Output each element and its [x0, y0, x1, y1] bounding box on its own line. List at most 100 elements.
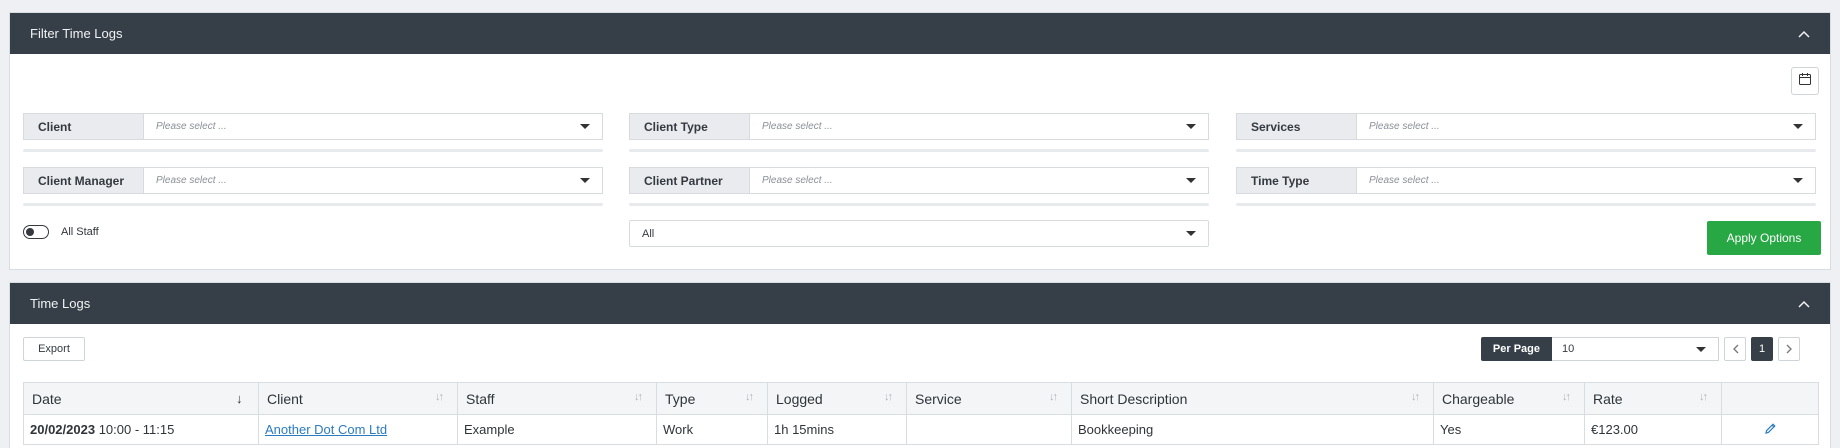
export-button[interactable]: Export	[23, 337, 85, 361]
col-header-label: Date	[32, 390, 62, 407]
cell-rate: €123.00	[1584, 414, 1722, 445]
col-header-label: Logged	[776, 390, 823, 407]
client-select-placeholder: Please select ...	[156, 121, 227, 132]
caret-down-icon	[1186, 124, 1196, 129]
client-manager-filter[interactable]: Client Manager Please select ...	[23, 167, 603, 206]
sort-icon[interactable]: ↓↑	[1411, 391, 1425, 405]
next-page-button[interactable]	[1778, 337, 1800, 361]
row-date: 20/02/2023	[30, 422, 96, 437]
client-select[interactable]: Please select ...	[143, 113, 603, 140]
client-type-filter-label: Client Type	[629, 113, 749, 140]
cell-staff: Example	[457, 414, 657, 445]
calendar-button[interactable]	[1791, 67, 1819, 95]
chevron-right-icon	[1786, 344, 1792, 354]
col-header-label: Staff	[466, 390, 495, 407]
per-page-value: 10	[1562, 343, 1575, 355]
col-header-label: Type	[665, 390, 696, 407]
prev-page-button[interactable]	[1724, 337, 1746, 361]
client-type-select[interactable]: Please select ...	[749, 113, 1209, 140]
client-link[interactable]: Another Dot Com Ltd	[265, 422, 387, 437]
col-header-client[interactable]: Client ↓↑	[258, 382, 458, 415]
chevron-up-icon[interactable]	[1798, 28, 1810, 40]
caret-down-icon	[1793, 124, 1803, 129]
cell-chargeable: Yes	[1433, 414, 1585, 445]
per-page-select[interactable]: 10	[1552, 337, 1719, 361]
all-staff-label: All Staff	[61, 226, 99, 238]
time-logs-panel: Time Logs Export Per Page 10 1 Date ↓ Cli…	[9, 282, 1831, 448]
col-header-label: Chargeable	[1442, 390, 1515, 407]
caret-down-icon	[1793, 178, 1803, 183]
staff-scope-select[interactable]: All	[629, 220, 1209, 247]
col-header-actions	[1721, 382, 1819, 415]
time-type-select-placeholder: Please select ...	[1369, 175, 1440, 186]
sort-icon[interactable]: ↓↑	[745, 391, 759, 405]
page-button-current[interactable]: 1	[1751, 337, 1773, 361]
caret-down-icon	[1186, 178, 1196, 183]
client-filter-label: Client	[23, 113, 143, 140]
filter-panel: Filter Time Logs Client Please select ..…	[9, 12, 1831, 270]
col-header-label: Rate	[1593, 390, 1623, 407]
filter-panel-header[interactable]: Filter Time Logs	[10, 13, 1830, 54]
cell-actions	[1721, 414, 1819, 445]
client-partner-filter[interactable]: Client Partner Please select ...	[629, 167, 1209, 206]
cell-description: Bookkeeping	[1071, 414, 1434, 445]
col-header-label: Client	[267, 390, 303, 407]
time-logs-panel-title: Time Logs	[30, 296, 91, 311]
client-manager-select[interactable]: Please select ...	[143, 167, 603, 194]
time-logs-table: Date ↓ Client ↓↑ Staff ↓↑ Type ↓↑ Logged ↓↑ S…	[23, 382, 1819, 445]
col-header-chargeable[interactable]: Chargeable ↓↑	[1433, 382, 1585, 415]
sort-icon[interactable]: ↓↑	[435, 391, 449, 405]
filter-panel-title: Filter Time Logs	[30, 26, 123, 41]
client-type-filter[interactable]: Client Type Please select ...	[629, 113, 1209, 152]
caret-down-icon	[1186, 231, 1196, 236]
services-filter-label: Services	[1236, 113, 1356, 140]
client-partner-select[interactable]: Please select ...	[749, 167, 1209, 194]
col-header-date[interactable]: Date ↓	[23, 382, 259, 415]
client-manager-filter-label: Client Manager	[23, 167, 143, 194]
col-header-rate[interactable]: Rate ↓↑	[1584, 382, 1722, 415]
edit-pencil-icon[interactable]	[1764, 422, 1777, 438]
sort-desc-icon[interactable]: ↓	[236, 391, 250, 406]
cell-client: Another Dot Com Ltd	[258, 414, 458, 445]
sort-icon[interactable]: ↓↑	[884, 391, 898, 405]
sort-icon[interactable]: ↓↑	[634, 391, 648, 405]
sort-icon[interactable]: ↓↑	[1699, 391, 1713, 405]
calendar-icon	[1798, 72, 1812, 91]
col-header-short-description[interactable]: Short Description ↓↑	[1071, 382, 1434, 415]
all-staff-toggle-group: All Staff	[23, 225, 99, 239]
cell-date: 20/02/2023 10:00 - 11:15	[23, 414, 259, 445]
toggle-knob	[26, 228, 34, 236]
per-page-label: Per Page	[1480, 337, 1552, 361]
client-partner-filter-label: Client Partner	[629, 167, 749, 194]
time-type-filter-label: Time Type	[1236, 167, 1356, 194]
cell-service	[906, 414, 1072, 445]
cell-logged: 1h 15mins	[767, 414, 907, 445]
chevron-up-icon[interactable]	[1798, 298, 1810, 310]
staff-scope-value: All	[642, 227, 655, 240]
time-logs-panel-header[interactable]: Time Logs	[10, 283, 1830, 324]
sort-icon[interactable]: ↓↑	[1049, 391, 1063, 405]
col-header-label: Service	[915, 390, 962, 407]
col-header-staff[interactable]: Staff ↓↑	[457, 382, 657, 415]
time-type-filter[interactable]: Time Type Please select ...	[1236, 167, 1816, 206]
all-staff-toggle[interactable]	[23, 225, 49, 239]
apply-options-button[interactable]: Apply Options	[1707, 221, 1821, 255]
caret-down-icon	[580, 124, 590, 129]
services-select[interactable]: Please select ...	[1356, 113, 1816, 140]
row-time: 10:00 - 11:15	[98, 422, 175, 437]
client-filter[interactable]: Client Please select ...	[23, 113, 603, 152]
col-header-service[interactable]: Service ↓↑	[906, 382, 1072, 415]
time-type-select[interactable]: Please select ...	[1356, 167, 1816, 194]
table-header-row: Date ↓ Client ↓↑ Staff ↓↑ Type ↓↑ Logged ↓↑ S…	[23, 382, 1819, 415]
client-type-select-placeholder: Please select ...	[762, 121, 833, 132]
services-select-placeholder: Please select ...	[1369, 121, 1440, 132]
col-header-type[interactable]: Type ↓↑	[656, 382, 768, 415]
services-filter[interactable]: Services Please select ...	[1236, 113, 1816, 152]
col-header-logged[interactable]: Logged ↓↑	[767, 382, 907, 415]
sort-icon[interactable]: ↓↑	[1562, 391, 1576, 405]
caret-down-icon	[580, 178, 590, 183]
table-row: 20/02/2023 10:00 - 11:15 Another Dot Com…	[23, 414, 1819, 445]
chevron-left-icon	[1732, 344, 1738, 354]
client-manager-select-placeholder: Please select ...	[156, 175, 227, 186]
client-partner-select-placeholder: Please select ...	[762, 175, 833, 186]
